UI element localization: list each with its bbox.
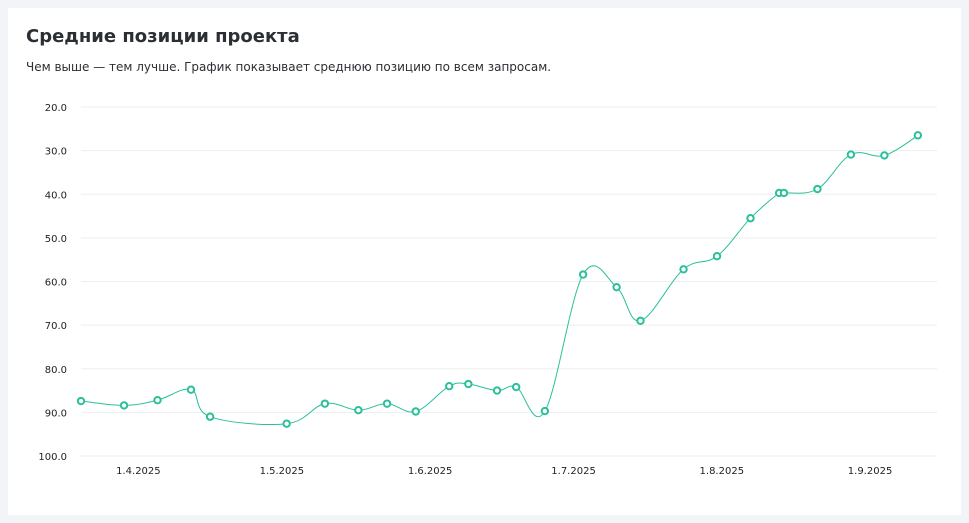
data-point[interactable]	[492, 386, 502, 395]
data-point[interactable]	[320, 399, 330, 408]
y-tick-label: 50.0	[45, 234, 67, 245]
data-point[interactable]	[354, 405, 363, 415]
data-point[interactable]	[880, 151, 889, 160]
y-tick-label: 90.0	[45, 408, 67, 419]
data-point[interactable]	[382, 399, 392, 408]
x-tick-label: 1.6.2025	[408, 466, 453, 477]
data-point[interactable]	[746, 214, 755, 223]
data-points	[76, 131, 923, 428]
data-point[interactable]	[76, 396, 86, 406]
y-tick-label: 100.0	[38, 452, 67, 463]
data-point[interactable]	[205, 412, 215, 421]
y-tick-label: 40.0	[45, 190, 67, 201]
x-tick-label: 1.4.2025	[116, 466, 161, 477]
data-point[interactable]	[153, 395, 162, 405]
data-point[interactable]	[679, 265, 688, 274]
y-tick-label: 20.0	[45, 103, 67, 114]
data-point[interactable]	[119, 401, 129, 410]
average-position-chart: 20.0 30.0 40.0 50.0 60.0 70.0 80.0 90.0 100.0 1.…	[38, 103, 937, 477]
x-tick-label: 1.7.2025	[551, 466, 596, 477]
data-point[interactable]	[511, 382, 521, 392]
x-tick-label: 1.5.2025	[260, 466, 305, 477]
data-point[interactable]	[779, 188, 789, 198]
x-tick-label: 1.8.2025	[700, 466, 745, 477]
data-point[interactable]	[186, 385, 196, 394]
data-point[interactable]	[612, 282, 621, 292]
y-tick-label: 80.0	[45, 365, 67, 376]
data-point[interactable]	[913, 131, 923, 140]
data-point[interactable]	[712, 251, 722, 261]
data-point[interactable]	[464, 379, 473, 389]
series-line-layer	[80, 134, 919, 425]
data-point[interactable]	[636, 316, 645, 325]
series-line	[80, 134, 919, 425]
x-tick-label: 1.9.2025	[848, 466, 893, 477]
y-tick-label: 70.0	[45, 321, 67, 332]
y-axis-tick-labels: 20.0 30.0 40.0 50.0 60.0 70.0 80.0 90.0 100.0	[38, 103, 67, 463]
data-point[interactable]	[813, 184, 822, 194]
data-point[interactable]	[445, 382, 454, 391]
x-axis-tick-labels: 1.4.2025 1.5.2025 1.6.2025 1.7.2025 1.8.2025…	[116, 466, 892, 477]
data-point[interactable]	[282, 419, 291, 428]
data-point[interactable]	[578, 270, 588, 279]
y-tick-label: 60.0	[45, 278, 67, 289]
data-point[interactable]	[846, 150, 856, 159]
data-point[interactable]	[411, 407, 420, 416]
data-point[interactable]	[540, 406, 550, 416]
grid-lines	[81, 106, 937, 457]
y-tick-label: 30.0	[45, 147, 67, 158]
